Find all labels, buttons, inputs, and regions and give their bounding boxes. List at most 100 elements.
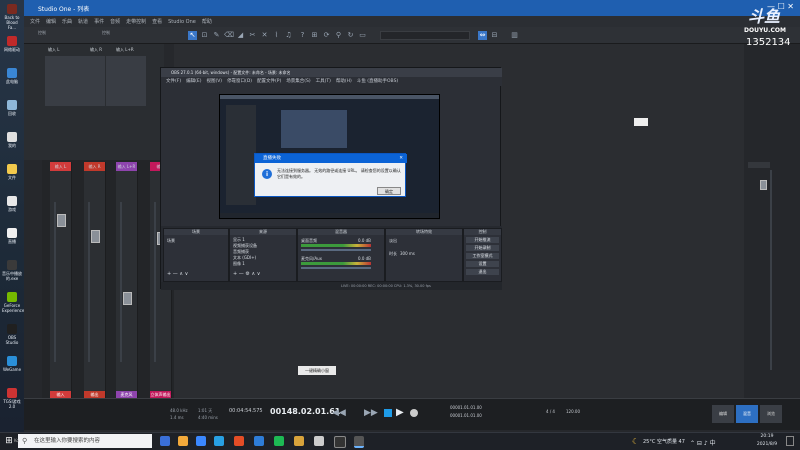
clock-time[interactable]: 20:19 bbox=[752, 434, 782, 439]
volume-slider[interactable] bbox=[301, 249, 371, 251]
menu-item[interactable]: 事件 bbox=[94, 18, 104, 25]
menu-item[interactable]: 轨道 bbox=[78, 18, 88, 25]
desktop-icon[interactable]: WeGame bbox=[2, 356, 22, 372]
obs-titlebar[interactable]: OBS 27.0.1 (64-bit, windows) - 配置文件: 未命名… bbox=[161, 68, 502, 77]
rewind-icon[interactable]: ◀◀ bbox=[332, 408, 346, 418]
obs-menu-item[interactable]: 编辑(E) bbox=[186, 79, 201, 84]
view-icon[interactable]: ▥ bbox=[510, 31, 519, 40]
app-icon-2[interactable] bbox=[214, 436, 224, 446]
source-add-remove[interactable]: + — ⚙ ∧ ∨ bbox=[233, 271, 260, 277]
error-dialog[interactable]: 直播失败 ✕ i 无法连接到服务器。 无效的路径或连接 URL。 请检查您的设置… bbox=[254, 153, 407, 197]
desktop-icon[interactable]: 直播 bbox=[2, 228, 22, 244]
clock-date[interactable]: 2021/8/9 bbox=[752, 442, 782, 447]
taskbar-search-input[interactable]: 在这里输入你要搜索的内容 bbox=[18, 434, 152, 448]
exit-button[interactable]: 退出 bbox=[466, 269, 499, 275]
tray-icons[interactable]: ⌃ ⊟ ♪ 中 bbox=[690, 438, 716, 447]
start-stream-button[interactable]: 开始推流 bbox=[466, 237, 499, 243]
help-icon[interactable]: ? bbox=[298, 31, 307, 40]
loop-icon[interactable]: ⟳ bbox=[322, 31, 331, 40]
obs-menu-item[interactable]: 场景集合(S) bbox=[286, 79, 310, 84]
windows-start-icon[interactable]: ⊞ bbox=[4, 436, 14, 446]
menu-item[interactable]: 帮助 bbox=[202, 18, 212, 25]
menu-item[interactable]: 走带控制 bbox=[126, 18, 146, 25]
browser-icon[interactable] bbox=[234, 436, 244, 446]
track-list[interactable] bbox=[45, 56, 105, 106]
obs-menu-item[interactable]: 帮助(H) bbox=[336, 79, 352, 84]
grid-icon[interactable]: ⊟ bbox=[490, 31, 499, 40]
obs-menu-item[interactable]: 视图(V) bbox=[206, 79, 222, 84]
desktop-icon[interactable]: 网络驱动 bbox=[2, 36, 22, 52]
weather-text[interactable]: 25°C 空气质量 47 bbox=[643, 438, 685, 445]
mixer-channel-2[interactable]: 输入 R 输出 bbox=[84, 162, 106, 398]
scroll-icon[interactable]: ↻ bbox=[346, 31, 355, 40]
desktop-icon[interactable]: OBS Studio bbox=[2, 324, 22, 345]
transitions-panel[interactable]: 转场特效 淡出 时长 300 ms bbox=[385, 228, 463, 282]
main-out-fader[interactable] bbox=[760, 180, 767, 190]
desktop-icon[interactable]: Back to Blood Fa... bbox=[2, 4, 22, 30]
mixer-channel-1[interactable]: 输入 L 输入 bbox=[50, 162, 72, 398]
explorer-icon[interactable] bbox=[178, 436, 188, 446]
app-icon-1[interactable] bbox=[196, 436, 206, 446]
obs-menu-item[interactable]: 文件(F) bbox=[166, 79, 181, 84]
close-icon[interactable]: ✕ bbox=[399, 154, 403, 163]
range-tool-icon[interactable]: ⊡ bbox=[200, 31, 209, 40]
menu-item[interactable]: 编辑 bbox=[46, 18, 56, 25]
sources-panel[interactable]: 来源 显示 1 视频捕获设备 音频捕获 文本 (GDI+) 图像 1 + — ⚙… bbox=[229, 228, 297, 282]
settings-button[interactable]: 设置 bbox=[466, 261, 499, 267]
play-icon[interactable]: ▶ bbox=[396, 407, 404, 418]
desktop-icon[interactable]: 此电脑 bbox=[2, 68, 22, 84]
start-record-button[interactable]: 开始录制 bbox=[466, 245, 499, 251]
volume-fader[interactable] bbox=[57, 214, 66, 227]
app-icon-4[interactable] bbox=[274, 436, 284, 446]
controls-panel[interactable]: 控制 开始推流 开始录制 工作室模式 设置 退出 bbox=[463, 228, 502, 282]
desktop-icon[interactable]: 音乐中播放的.exe bbox=[2, 260, 22, 281]
app-icon-3[interactable] bbox=[254, 436, 264, 446]
paint-tool-icon[interactable]: ◢ bbox=[236, 31, 245, 40]
desktop-icon[interactable]: 我的 bbox=[2, 132, 22, 148]
duration-value[interactable]: 300 ms bbox=[400, 251, 415, 256]
obs-taskbar-icon[interactable] bbox=[334, 436, 346, 448]
mix-button[interactable]: 混音 bbox=[736, 405, 758, 423]
volume-fader[interactable] bbox=[123, 292, 132, 305]
follow-icon[interactable]: ⇔ bbox=[478, 31, 487, 40]
split-tool-icon[interactable]: ✂ bbox=[248, 31, 257, 40]
menu-item[interactable]: 查看 bbox=[152, 18, 162, 25]
loop-icon[interactable] bbox=[384, 409, 392, 417]
pencil-tool-icon[interactable]: ✎ bbox=[212, 31, 221, 40]
menu-item[interactable]: Studio One bbox=[168, 19, 196, 25]
task-view-icon[interactable] bbox=[160, 436, 170, 446]
desktop-icon[interactable]: 文件 bbox=[2, 164, 22, 180]
studio-one-taskbar-icon[interactable] bbox=[354, 436, 364, 448]
bend-tool-icon[interactable]: ⌇ bbox=[272, 31, 281, 40]
forward-icon[interactable]: ▶▶ bbox=[364, 408, 378, 418]
audio-mixer-panel[interactable]: 混音器 桌面音频 0.0 dB 麦克风/Aux 0.0 dB bbox=[297, 228, 385, 282]
menu-item[interactable]: 乐曲 bbox=[62, 18, 72, 25]
obs-menu-item[interactable]: 配置文件(P) bbox=[257, 79, 281, 84]
record-icon[interactable] bbox=[410, 409, 418, 417]
scene-add-remove[interactable]: + — ∧ ∨ bbox=[167, 271, 188, 277]
listen-tool-icon[interactable]: ♫ bbox=[284, 31, 293, 40]
transition-name[interactable]: 淡出 bbox=[389, 238, 397, 244]
obs-menu-item[interactable]: 工具(T) bbox=[316, 79, 331, 84]
obs-menu-item[interactable]: 斗鱼 (直播助手OBS) bbox=[357, 79, 398, 84]
menu-item[interactable]: 音频 bbox=[110, 18, 120, 25]
eraser-tool-icon[interactable]: ⌫ bbox=[224, 31, 234, 40]
app-icon-6[interactable] bbox=[314, 436, 324, 446]
mixer-channel-3[interactable]: 输入 L+R 麦克风 bbox=[116, 162, 138, 398]
mute-tool-icon[interactable]: ✕ bbox=[260, 31, 269, 40]
edit-button[interactable]: 编辑 bbox=[712, 405, 734, 423]
menu-item[interactable]: 文件 bbox=[30, 18, 40, 25]
desktop-icon[interactable]: 回收 bbox=[2, 100, 22, 116]
ok-button[interactable]: 确定 bbox=[377, 187, 401, 195]
studio-titlebar[interactable]: Studio One - 列表 — ☐ ✕ bbox=[24, 0, 800, 16]
notification-icon[interactable] bbox=[786, 436, 794, 446]
app-icon-5[interactable] bbox=[294, 436, 304, 446]
track-list-2[interactable] bbox=[106, 56, 146, 106]
desktop-icon[interactable]: 游戏 bbox=[2, 196, 22, 212]
obs-menu-item[interactable]: 停靠窗口(D) bbox=[227, 79, 252, 84]
zoom-icon[interactable]: ⚲ bbox=[334, 31, 343, 40]
scene-item[interactable]: 场景 bbox=[167, 238, 175, 244]
volume-slider[interactable] bbox=[301, 267, 371, 269]
arrow-tool-icon[interactable]: ↖ bbox=[188, 31, 197, 40]
browse-button[interactable]: 浏览 bbox=[760, 405, 782, 423]
